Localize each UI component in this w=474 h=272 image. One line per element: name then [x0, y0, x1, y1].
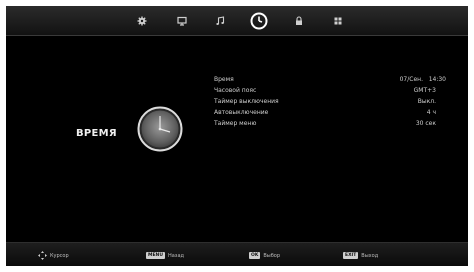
- menu-value: 30 сек: [415, 120, 436, 127]
- tab-sound[interactable]: [209, 10, 231, 32]
- arrow-keys-icon: [38, 251, 47, 260]
- hint-back: MENU Назад: [146, 251, 184, 260]
- grid-icon: [334, 17, 342, 25]
- menu-row-timezone[interactable]: Часовой пояс GMT+3: [214, 85, 446, 96]
- menu-row-auto-off[interactable]: Автовыключение 4 ч: [214, 107, 446, 118]
- tab-picture[interactable]: [131, 10, 153, 32]
- hint-select-label: Выбор: [263, 252, 281, 259]
- menu-value: 4 ч: [426, 109, 436, 116]
- hint-exit: EXIT Выход: [343, 251, 378, 260]
- section-title: ВРЕМЯ: [76, 128, 117, 139]
- exit-key: EXIT: [343, 252, 359, 259]
- time-settings-list: Время 07/Сен. 14:30 Часовой пояс GMT+3 Т…: [214, 74, 446, 129]
- hint-back-label: Назад: [167, 252, 184, 259]
- menu-value: Выкл.: [417, 98, 436, 105]
- gear-icon: [137, 16, 147, 26]
- ok-key: OK: [249, 252, 261, 259]
- tab-lock[interactable]: [288, 10, 310, 32]
- menu-label: Автовыключение: [214, 109, 269, 116]
- menu-key: MENU: [146, 252, 165, 259]
- hint-cursor: Курсор: [38, 251, 69, 260]
- menu-row-time[interactable]: Время 07/Сен. 14:30: [214, 74, 446, 85]
- menu-value: GMT+3: [413, 87, 436, 94]
- tab-screen[interactable]: [171, 10, 193, 32]
- menu-label: Таймер выключения: [214, 98, 279, 105]
- menu-label: Время: [214, 76, 234, 83]
- menu-value: 07/Сен. 14:30: [399, 76, 446, 83]
- lock-icon: [296, 16, 302, 25]
- hint-select: OK Выбор: [249, 251, 280, 260]
- menu-row-sleep-timer[interactable]: Таймер выключения Выкл.: [214, 96, 446, 107]
- menu-row-menu-timer[interactable]: Таймер меню 30 сек: [214, 118, 446, 129]
- tab-setup[interactable]: [327, 10, 349, 32]
- menu-label: Часовой пояс: [214, 87, 257, 94]
- menu-tab-bar: [6, 6, 468, 36]
- clock-icon: [250, 12, 268, 30]
- button-hint-bar: Курсор MENU Назад OK Выбор EXIT Выход: [6, 242, 468, 266]
- menu-label: Таймер меню: [214, 120, 257, 127]
- hint-exit-label: Выход: [361, 252, 379, 259]
- tv-menu-screen: ВРЕМЯ Время 07/Сен. 14:30 Часовой пояс G…: [6, 6, 468, 266]
- music-note-icon: [216, 16, 225, 25]
- monitor-icon: [177, 16, 187, 26]
- clock-icon: [137, 106, 183, 152]
- tab-time[interactable]: [248, 10, 270, 32]
- hint-cursor-label: Курсор: [50, 252, 69, 259]
